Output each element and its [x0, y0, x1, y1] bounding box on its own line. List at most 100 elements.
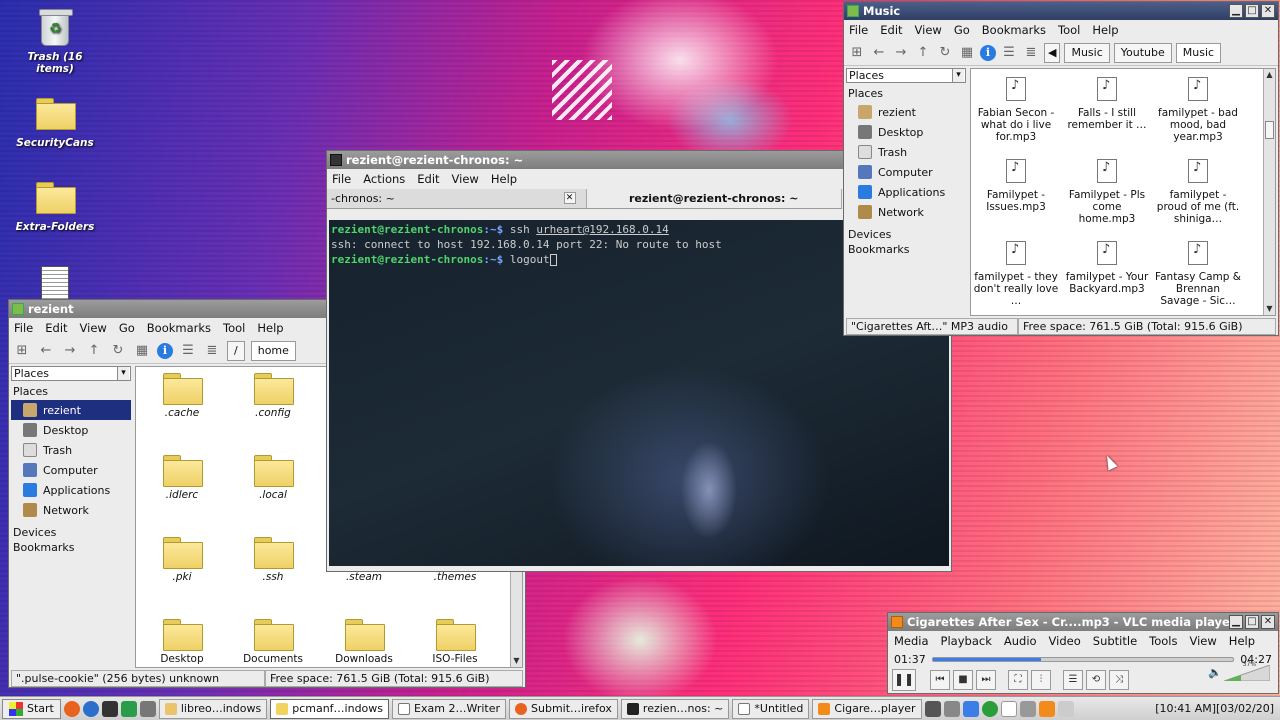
- music-file-item[interactable]: Fabian Secon - what do i live for.mp3: [973, 77, 1059, 143]
- new-tab-icon[interactable]: ⊞: [848, 44, 866, 62]
- shuffle-button[interactable]: ⤨: [1109, 670, 1129, 690]
- scroll-down-icon[interactable]: ▼: [511, 655, 522, 667]
- sidebar-item-applications[interactable]: Applications: [11, 480, 131, 500]
- clock[interactable]: [10:41 AM][03/02/20]: [1151, 702, 1278, 715]
- menu-tool[interactable]: Tool: [1057, 23, 1081, 37]
- scroll-thumb[interactable]: [1265, 121, 1274, 139]
- task-firefox[interactable]: Submit…irefox: [509, 698, 618, 719]
- menu-actions[interactable]: Actions: [362, 172, 406, 186]
- sidebar-item-desktop[interactable]: Desktop: [11, 420, 131, 440]
- file-item[interactable]: .cache: [140, 373, 224, 419]
- tab-chronos[interactable]: -chronos: ~ ✕: [327, 189, 587, 208]
- path-scroll-left-icon[interactable]: ◀: [1044, 42, 1061, 63]
- music-view-scrollbar[interactable]: ▲ ▼: [1263, 69, 1275, 315]
- battery-tray-icon[interactable]: [1057, 700, 1074, 717]
- sidebar-item-network[interactable]: Network: [846, 202, 966, 222]
- compact-view-icon[interactable]: ☰: [179, 342, 197, 360]
- maximize-button[interactable]: □: [1245, 4, 1259, 18]
- forward-arrow-icon[interactable]: →: [61, 342, 79, 360]
- menu-bookmarks[interactable]: Bookmarks: [981, 23, 1047, 37]
- sidebar-item-desktop[interactable]: Desktop: [846, 122, 966, 142]
- music-file-item[interactable]: Familypet - Pls come home.mp3: [1064, 159, 1150, 225]
- display-tray-icon[interactable]: [1019, 700, 1036, 717]
- minimize-button[interactable]: ▁: [1229, 615, 1243, 629]
- music-titlebar[interactable]: Music ▁ □ ✕: [844, 2, 1278, 20]
- task-writer[interactable]: Exam 2…Writer: [392, 698, 507, 719]
- music-file-item[interactable]: Falls - I still remember it …: [1064, 77, 1150, 131]
- task-untitled[interactable]: *Untitled: [732, 698, 810, 719]
- sidebar-item-trash[interactable]: Trash: [11, 440, 131, 460]
- file-item[interactable]: Downloads: [322, 619, 406, 665]
- new-tab-icon[interactable]: ⊞: [13, 342, 31, 360]
- icon-view-icon[interactable]: ▦: [133, 342, 151, 360]
- music-file-item[interactable]: Familypet - Issues.mp3: [973, 159, 1059, 213]
- playlist-button[interactable]: ☰: [1063, 670, 1083, 690]
- minimize-button[interactable]: ▁: [1229, 4, 1243, 18]
- scroll-up-icon[interactable]: ▲: [1264, 69, 1275, 81]
- usb-tray-icon[interactable]: [943, 700, 960, 717]
- places-dropdown[interactable]: Places: [11, 366, 131, 381]
- menu-view[interactable]: View: [451, 172, 480, 186]
- menu-help[interactable]: Help: [1091, 23, 1119, 37]
- menu-help[interactable]: Help: [1229, 634, 1255, 648]
- menu-file[interactable]: File: [331, 172, 352, 186]
- sheets-launcher-icon[interactable]: [120, 700, 137, 717]
- info-icon[interactable]: i: [157, 342, 173, 359]
- desktop-icon-trash[interactable]: Trash (16 items): [10, 9, 100, 75]
- info-icon[interactable]: i: [980, 44, 996, 61]
- music-file-item[interactable]: familypet - proud of me (ft. shiniga…: [1155, 159, 1241, 225]
- file-item[interactable]: ISO-Files: [413, 619, 497, 665]
- desktop-icon-extra-folders[interactable]: Extra-Folders: [10, 182, 100, 233]
- sidebar-item-computer[interactable]: Computer: [11, 460, 131, 480]
- menu-edit[interactable]: Edit: [416, 172, 440, 186]
- devices-heading[interactable]: Devices: [846, 222, 966, 243]
- forward-arrow-icon[interactable]: →: [892, 44, 910, 62]
- menu-go[interactable]: Go: [118, 321, 136, 335]
- desktop-icon-securitycans[interactable]: SecurityCans: [10, 98, 100, 149]
- previous-button[interactable]: ⏮: [930, 670, 950, 690]
- vlc-titlebar[interactable]: Cigarettes After Sex - Cr....mp3 - VLC m…: [888, 613, 1278, 631]
- places-dropdown[interactable]: Places: [846, 68, 966, 83]
- menu-audio[interactable]: Audio: [1004, 634, 1037, 648]
- pause-button[interactable]: ❚❚: [892, 669, 916, 691]
- up-arrow-icon[interactable]: ↑: [85, 342, 103, 360]
- menu-file[interactable]: File: [848, 23, 869, 37]
- reload-icon[interactable]: ↻: [936, 44, 954, 62]
- system-monitor-icon[interactable]: [101, 700, 118, 717]
- close-tab-icon[interactable]: ✕: [563, 192, 576, 204]
- start-button[interactable]: Start: [2, 698, 61, 719]
- task-pcmanfm[interactable]: pcmanf…indows: [270, 698, 390, 719]
- file-item[interactable]: .local: [231, 455, 315, 501]
- fullscreen-button[interactable]: ⛶: [1008, 670, 1028, 690]
- path-music-current-button[interactable]: Music: [1175, 42, 1222, 63]
- stop-button[interactable]: ■: [953, 670, 973, 690]
- sidebar-item-computer[interactable]: Computer: [846, 162, 966, 182]
- bookmarks-heading[interactable]: Bookmarks: [11, 541, 131, 556]
- extended-settings-button[interactable]: ⫶: [1031, 670, 1051, 690]
- menu-view[interactable]: View: [1190, 634, 1217, 648]
- menu-view[interactable]: View: [79, 321, 108, 335]
- up-arrow-icon[interactable]: ↑: [914, 44, 932, 62]
- file-item[interactable]: Desktop: [140, 619, 224, 665]
- volume-tray-icon[interactable]: [924, 700, 941, 717]
- sidebar-item-rezient[interactable]: rezient: [846, 102, 966, 122]
- loop-button[interactable]: ⟲: [1086, 670, 1106, 690]
- close-button[interactable]: ✕: [1261, 615, 1275, 629]
- path-music-button[interactable]: Music: [1064, 42, 1110, 63]
- path-youtube-button[interactable]: Youtube: [1113, 42, 1172, 63]
- menu-help[interactable]: Help: [490, 172, 518, 186]
- vlc-tray-icon[interactable]: [1038, 700, 1055, 717]
- menu-subtitle[interactable]: Subtitle: [1093, 634, 1137, 648]
- list-view-icon[interactable]: ≣: [1022, 44, 1040, 62]
- bookmarks-heading[interactable]: Bookmarks: [846, 243, 966, 258]
- menu-playback[interactable]: Playback: [941, 634, 992, 648]
- list-view-icon[interactable]: ≣: [203, 342, 221, 360]
- menu-help[interactable]: Help: [256, 321, 284, 335]
- menu-edit[interactable]: Edit: [44, 321, 68, 335]
- compact-view-icon[interactable]: ☰: [1000, 44, 1018, 62]
- file-item[interactable]: .pki: [140, 537, 224, 583]
- next-button[interactable]: ⏭: [976, 670, 996, 690]
- file-item[interactable]: .ssh: [231, 537, 315, 583]
- icon-view-icon[interactable]: ▦: [958, 44, 976, 62]
- music-file-item[interactable]: Fantasy Camp & Brennan Savage - Sic…: [1155, 241, 1241, 307]
